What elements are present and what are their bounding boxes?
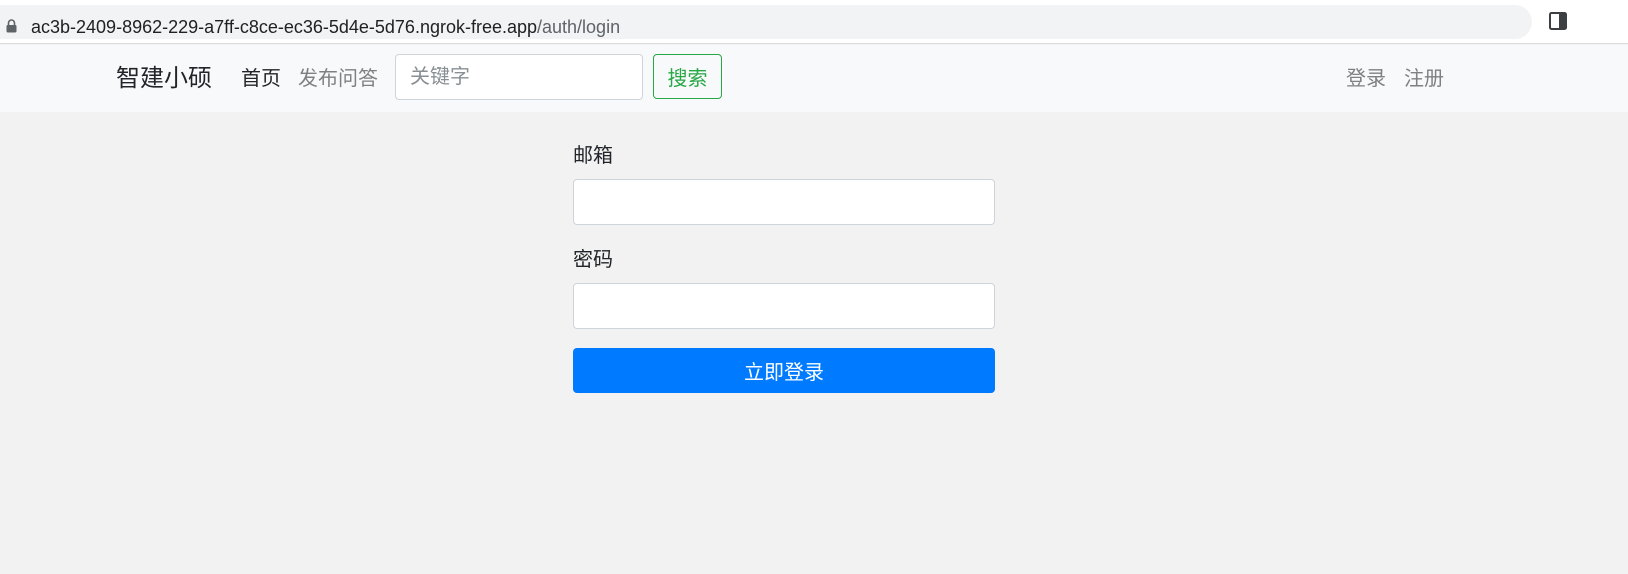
email-field[interactable]	[573, 179, 995, 225]
password-label: 密码	[573, 249, 613, 271]
password-field[interactable]	[573, 283, 995, 329]
lock-icon[interactable]	[6, 19, 17, 33]
url-box[interactable]: ac3b-2409-8962-229-a7ff-c8ce-ec36-5d4e-5…	[0, 5, 1532, 39]
nav-register-link[interactable]: 注册	[1404, 66, 1444, 92]
url-host: ac3b-2409-8962-229-a7ff-c8ce-ec36-5d4e-5…	[31, 17, 538, 37]
search-input[interactable]	[395, 54, 643, 100]
email-label: 邮箱	[573, 145, 613, 167]
navbar: 智建小硕 首页 发布问答 搜索 登录 注册	[0, 45, 1628, 112]
url-path: /auth/login	[537, 17, 621, 37]
brand-logo[interactable]: 智建小硕	[116, 64, 212, 94]
nav-home-link[interactable]: 首页	[241, 66, 281, 92]
side-panel-icon[interactable]	[1549, 12, 1567, 30]
search-button[interactable]: 搜索	[653, 54, 722, 99]
url-text[interactable]: ac3b-2409-8962-229-a7ff-c8ce-ec36-5d4e-5…	[31, 16, 620, 38]
login-submit-button[interactable]: 立即登录	[573, 348, 995, 393]
browser-address-bar: ac3b-2409-8962-229-a7ff-c8ce-ec36-5d4e-5…	[0, 0, 1628, 44]
nav-login-link[interactable]: 登录	[1346, 66, 1386, 92]
nav-publish-link[interactable]: 发布问答	[298, 66, 378, 92]
